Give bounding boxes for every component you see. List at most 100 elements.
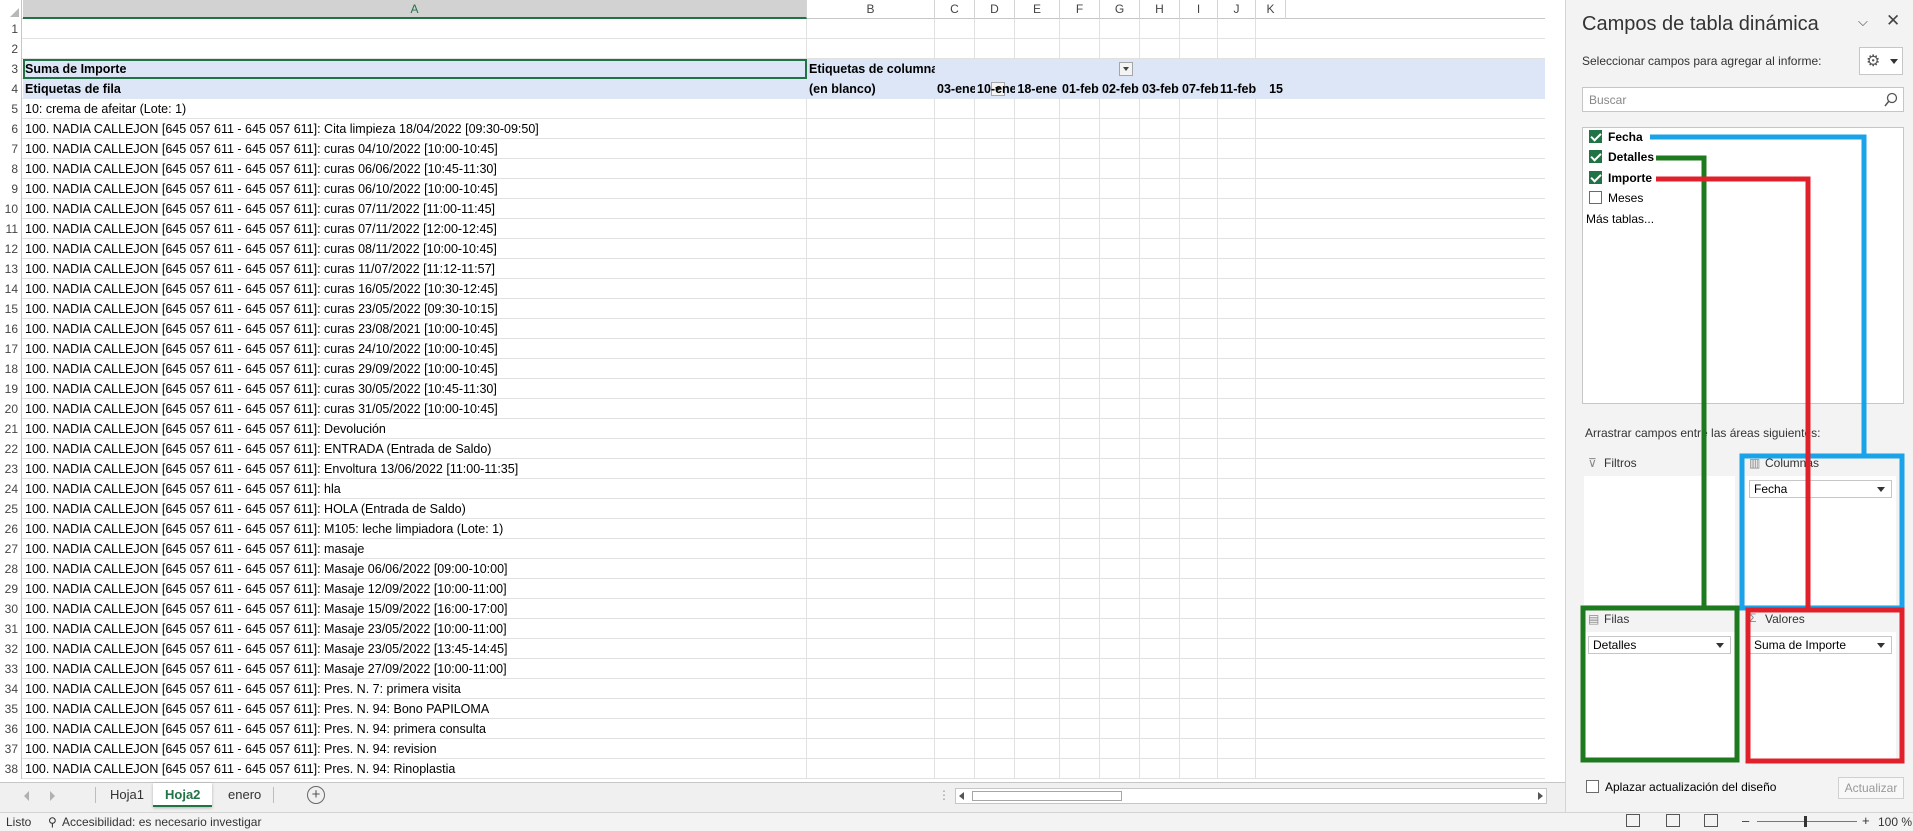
column-filter-dropdown-icon[interactable] xyxy=(1119,62,1133,76)
pivot-row-item[interactable]: 100. NADIA CALLEJON [645 057 611 - 645 0… xyxy=(23,679,807,699)
column-header-f[interactable]: F xyxy=(1060,0,1100,19)
column-header-k[interactable]: K xyxy=(1256,0,1286,19)
pivot-date-header[interactable]: 11-feb xyxy=(1218,79,1256,99)
row-header[interactable]: 6 xyxy=(0,119,22,139)
pivot-date-header[interactable]: 18-ene xyxy=(1015,79,1060,99)
pivot-row-item[interactable]: 100. NADIA CALLEJON [645 057 611 - 645 0… xyxy=(23,299,807,319)
row-header[interactable]: 38 xyxy=(0,759,22,779)
zoom-slider-thumb[interactable] xyxy=(1804,816,1807,827)
checkbox-importe[interactable] xyxy=(1589,171,1602,184)
zoom-in-icon[interactable]: + xyxy=(1862,813,1870,828)
pivot-date-header[interactable]: 03-feb xyxy=(1140,79,1180,99)
pivot-row-item[interactable]: 100. NADIA CALLEJON [645 057 611 - 645 0… xyxy=(23,579,807,599)
search-icon[interactable] xyxy=(1883,92,1899,108)
pivot-row-item[interactable]: 100. NADIA CALLEJON [645 057 611 - 645 0… xyxy=(23,599,807,619)
scroll-left-icon[interactable] xyxy=(959,792,964,800)
checkbox-detalles[interactable] xyxy=(1589,150,1602,163)
pivot-row-item[interactable]: 100. NADIA CALLEJON [645 057 611 - 645 0… xyxy=(23,519,807,539)
row-header[interactable]: 22 xyxy=(0,439,22,459)
row-header[interactable]: 12 xyxy=(0,239,22,259)
column-header-c[interactable]: C xyxy=(935,0,975,19)
columns-area[interactable]: ▥ Columnas Fecha xyxy=(1743,452,1898,607)
row-header[interactable]: 8 xyxy=(0,159,22,179)
pivot-row-item[interactable]: 100. NADIA CALLEJON [645 057 611 - 645 0… xyxy=(23,239,807,259)
pivot-row-item[interactable]: 100. NADIA CALLEJON [645 057 611 - 645 0… xyxy=(23,479,807,499)
pivot-row-item[interactable]: 100. NADIA CALLEJON [645 057 611 - 645 0… xyxy=(23,199,807,219)
row-header[interactable]: 11 xyxy=(0,219,22,239)
pivot-row-item[interactable]: 100. NADIA CALLEJON [645 057 611 - 645 0… xyxy=(23,339,807,359)
field-detalles[interactable]: Detalles xyxy=(1589,148,1654,166)
zoom-level[interactable]: 100 % xyxy=(1878,815,1912,829)
filters-area[interactable]: ⊽ Filtros xyxy=(1582,452,1737,607)
pivot-row-item[interactable]: 100. NADIA CALLEJON [645 057 611 - 645 0… xyxy=(23,419,807,439)
row-header[interactable]: 28 xyxy=(0,559,22,579)
pivot-row-item[interactable]: 100. NADIA CALLEJON [645 057 611 - 645 0… xyxy=(23,439,807,459)
pivot-row-item[interactable]: 100. NADIA CALLEJON [645 057 611 - 645 0… xyxy=(23,399,807,419)
hscroll-thumb[interactable] xyxy=(972,791,1122,801)
rows-item-detalles[interactable]: Detalles xyxy=(1588,636,1731,654)
page-layout-icon[interactable] xyxy=(1666,814,1680,827)
row-header[interactable]: 5 xyxy=(0,99,22,119)
worksheet[interactable]: A B C D E F G H I J K 1 2 3 Suma de Importe… xyxy=(0,0,1545,782)
tab-enero[interactable]: enero xyxy=(216,783,273,807)
tab-hoja1[interactable]: Hoja1 xyxy=(98,783,156,807)
row-header[interactable]: 3 xyxy=(0,59,22,79)
row-header[interactable]: 26 xyxy=(0,519,22,539)
column-header-e[interactable]: E xyxy=(1015,0,1060,19)
update-button[interactable]: Actualizar xyxy=(1838,777,1904,799)
checkbox-fecha[interactable] xyxy=(1589,130,1602,143)
column-header-b[interactable]: B xyxy=(807,0,935,19)
pivot-date-header[interactable]: 10-ene xyxy=(975,79,1015,99)
pivot-column-labels[interactable]: Etiquetas de columna xyxy=(807,59,935,79)
row-header[interactable]: 35 xyxy=(0,699,22,719)
row-header[interactable]: 34 xyxy=(0,679,22,699)
next-sheet-icon[interactable] xyxy=(50,791,55,801)
pivot-row-item[interactable]: 100. NADIA CALLEJON [645 057 611 - 645 0… xyxy=(23,559,807,579)
column-header-a[interactable]: A xyxy=(23,0,807,19)
row-header[interactable]: 36 xyxy=(0,719,22,739)
tools-button[interactable]: ⚙ xyxy=(1859,47,1903,75)
rows-area[interactable]: ▤ Filas Detalles xyxy=(1582,608,1737,763)
values-area[interactable]: Σ Valores Suma de Importe xyxy=(1743,608,1898,763)
close-icon[interactable]: ✕ xyxy=(1886,11,1900,31)
accessibility-status[interactable]: Accesibilidad: es necesario investigar xyxy=(62,815,261,829)
pivot-row-item[interactable]: 100. NADIA CALLEJON [645 057 611 - 645 0… xyxy=(23,379,807,399)
field-fecha[interactable]: Fecha xyxy=(1589,128,1643,146)
pivot-date-header[interactable]: 15 xyxy=(1256,79,1286,99)
row-header[interactable]: 16 xyxy=(0,319,22,339)
row-header[interactable]: 1 xyxy=(0,19,22,39)
chevron-down-icon[interactable]: ⌵ xyxy=(1858,14,1868,30)
search-field[interactable]: Buscar xyxy=(1582,87,1904,112)
pivot-row-item[interactable]: 100. NADIA CALLEJON [645 057 611 - 645 0… xyxy=(23,719,807,739)
row-header[interactable]: 37 xyxy=(0,739,22,759)
row-header[interactable]: 18 xyxy=(0,359,22,379)
pivot-row-item[interactable]: 100. NADIA CALLEJON [645 057 611 - 645 0… xyxy=(23,499,807,519)
row-header[interactable]: 4 xyxy=(0,79,22,99)
column-header-g[interactable]: G xyxy=(1100,0,1140,19)
pivot-row-labels[interactable]: Etiquetas de fila xyxy=(23,79,807,99)
row-header[interactable]: 17 xyxy=(0,339,22,359)
row-header[interactable]: 33 xyxy=(0,659,22,679)
normal-view-icon[interactable] xyxy=(1626,814,1640,827)
split-handle-icon[interactable]: ⋮ xyxy=(938,788,950,802)
pivot-row-item[interactable]: 100. NADIA CALLEJON [645 057 611 - 645 0… xyxy=(23,259,807,279)
pivot-row-item[interactable]: 100. NADIA CALLEJON [645 057 611 - 645 0… xyxy=(23,459,807,479)
row-header[interactable]: 30 xyxy=(0,599,22,619)
row-header[interactable]: 9 xyxy=(0,179,22,199)
pivot-row-item[interactable]: 100. NADIA CALLEJON [645 057 611 - 645 0… xyxy=(23,759,807,779)
row-header[interactable]: 15 xyxy=(0,299,22,319)
pivot-row-item[interactable]: 100. NADIA CALLEJON [645 057 611 - 645 0… xyxy=(23,179,807,199)
row-header[interactable]: 2 xyxy=(0,39,22,59)
column-header-j[interactable]: J xyxy=(1218,0,1256,19)
row-header[interactable]: 23 xyxy=(0,459,22,479)
zoom-slider[interactable] xyxy=(1757,821,1857,822)
row-header[interactable]: 7 xyxy=(0,139,22,159)
pivot-row-item[interactable]: 100. NADIA CALLEJON [645 057 611 - 645 0… xyxy=(23,119,807,139)
pivot-row-item[interactable]: 100. NADIA CALLEJON [645 057 611 - 645 0… xyxy=(23,139,807,159)
pivot-row-item[interactable]: 100. NADIA CALLEJON [645 057 611 - 645 0… xyxy=(23,699,807,719)
accessibility-icon[interactable]: ⚲ xyxy=(48,815,57,829)
column-header-i[interactable]: I xyxy=(1180,0,1218,19)
pivot-row-item[interactable]: 100. NADIA CALLEJON [645 057 611 - 645 0… xyxy=(23,619,807,639)
row-header[interactable]: 13 xyxy=(0,259,22,279)
tab-hoja2[interactable]: Hoja2 xyxy=(153,783,213,807)
